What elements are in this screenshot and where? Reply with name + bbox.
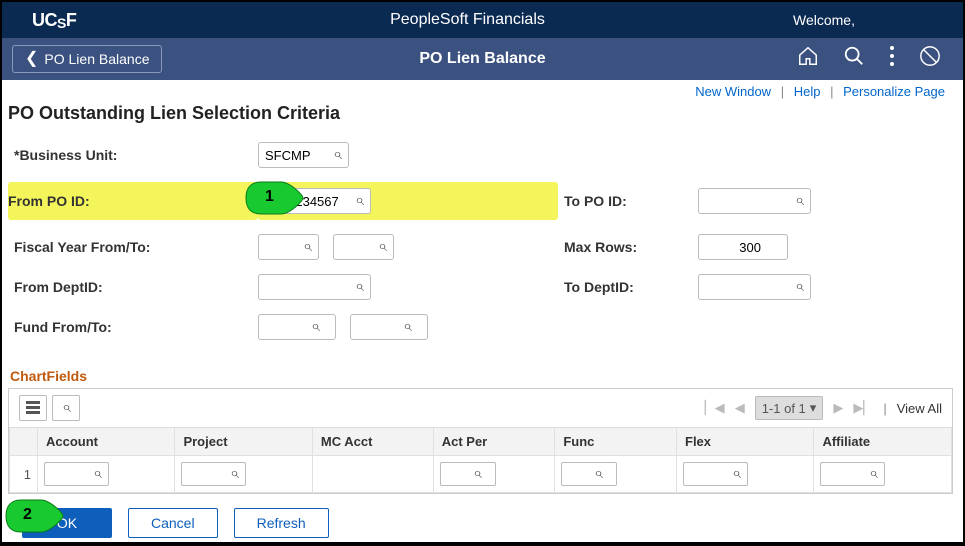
to-po-input-wrap [698, 188, 811, 214]
lookup-icon[interactable] [303, 238, 312, 256]
business-unit-input[interactable] [265, 148, 333, 163]
chartfields-title: ChartFields [10, 368, 953, 384]
view-all-link[interactable]: View All [897, 401, 942, 416]
to-dept-input-wrap [698, 274, 811, 300]
act-per-input[interactable] [447, 467, 467, 481]
help-link[interactable]: Help [790, 84, 825, 99]
app-title: PeopleSoft Financials [142, 11, 793, 29]
fund-label: Fund From/To: [8, 319, 258, 335]
search-icon[interactable] [843, 45, 865, 73]
to-dept-input[interactable] [705, 280, 795, 295]
func-input[interactable] [568, 467, 588, 481]
last-page-icon[interactable]: ▶▏ [853, 400, 873, 416]
affiliate-input[interactable] [827, 467, 863, 481]
lookup-icon[interactable] [795, 278, 804, 296]
welcome-text: Welcome, [793, 12, 963, 28]
lookup-icon[interactable] [333, 146, 342, 164]
lookup-icon[interactable] [869, 465, 878, 483]
first-page-icon[interactable]: ▏◀ [705, 400, 725, 416]
chartfields-grid: ▏◀ ◀ 1-1 of 1 ▾ ▶ ▶▏ | View All Acco [8, 388, 953, 494]
to-dept-label: To DeptID: [558, 279, 698, 295]
fund-from-input[interactable] [265, 320, 311, 335]
row-number: 1 [10, 456, 38, 493]
lookup-icon[interactable] [311, 318, 320, 336]
col-mc-acct: MC Acct [312, 428, 433, 456]
max-rows-input-wrap [698, 234, 788, 260]
personalize-link[interactable]: Personalize Page [839, 84, 949, 99]
lookup-icon[interactable] [230, 465, 239, 483]
col-affiliate: Affiliate [814, 428, 952, 456]
grid-settings-button[interactable] [19, 395, 47, 421]
fiscal-to-input[interactable] [340, 240, 378, 255]
fund-to-input[interactable] [357, 320, 403, 335]
new-window-link[interactable]: New Window [691, 84, 775, 99]
from-dept-input-wrap [258, 274, 371, 300]
col-account: Account [38, 428, 175, 456]
compass-icon[interactable] [919, 45, 941, 73]
table-row: 1 [10, 456, 952, 493]
lookup-icon[interactable] [403, 318, 412, 336]
next-page-icon[interactable]: ▶ [833, 400, 843, 416]
fund-from-input-wrap [258, 314, 336, 340]
menu-icon[interactable] [889, 45, 895, 73]
back-button[interactable]: ❮ PO Lien Balance [12, 45, 162, 73]
from-dept-input[interactable] [265, 280, 355, 295]
fiscal-to-input-wrap [333, 234, 394, 260]
lookup-icon[interactable] [355, 192, 364, 210]
fiscal-from-input[interactable] [265, 240, 303, 255]
page-links: New Window | Help | Personalize Page [2, 80, 963, 101]
prev-page-icon[interactable]: ◀ [735, 400, 745, 416]
nav-bar: ❮ PO Lien Balance PO Lien Balance [2, 38, 963, 80]
project-input[interactable] [188, 467, 224, 481]
cancel-button[interactable]: Cancel [128, 508, 218, 538]
to-po-input[interactable] [705, 194, 795, 209]
top-banner: UCSF PeopleSoft Financials Welcome, [2, 2, 963, 38]
lookup-icon[interactable] [795, 192, 804, 210]
col-rownum [10, 428, 38, 456]
to-po-label: To PO ID: [558, 193, 698, 209]
page-range-select[interactable]: 1-1 of 1 ▾ [755, 396, 824, 420]
fund-to-input-wrap [350, 314, 428, 340]
fiscal-from-input-wrap [258, 234, 319, 260]
from-po-label: From PO ID: [8, 182, 258, 220]
col-project: Project [175, 428, 312, 456]
refresh-button[interactable]: Refresh [234, 508, 329, 538]
lookup-icon[interactable] [594, 465, 603, 483]
grid-pager: ▏◀ ◀ 1-1 of 1 ▾ ▶ ▶▏ | View All [705, 396, 942, 420]
annotation-marker-2: 2 [5, 499, 65, 538]
business-unit-input-wrap [258, 142, 349, 168]
chevron-left-icon: ❮ [25, 51, 38, 67]
col-flex: Flex [677, 428, 814, 456]
lookup-icon[interactable] [355, 278, 364, 296]
from-dept-label: From DeptID: [8, 279, 258, 295]
lookup-icon[interactable] [473, 465, 482, 483]
page-heading: PO Outstanding Lien Selection Criteria [8, 103, 953, 124]
chevron-down-icon: ▾ [810, 400, 817, 416]
logo: UCSF [2, 10, 142, 31]
mc-acct-cell [312, 456, 433, 493]
grid-find-button[interactable] [52, 395, 80, 421]
lookup-icon[interactable] [93, 465, 102, 483]
account-input[interactable] [51, 467, 87, 481]
annotation-marker-1: 1 [245, 181, 305, 220]
max-rows-input[interactable] [705, 240, 765, 255]
col-act-per: Act Per [433, 428, 555, 456]
fiscal-year-label: Fiscal Year From/To: [8, 239, 258, 255]
nav-icon-group [797, 45, 963, 73]
grid-toolbar: ▏◀ ◀ 1-1 of 1 ▾ ▶ ▶▏ | View All [9, 389, 952, 428]
home-icon[interactable] [797, 45, 819, 73]
back-label: PO Lien Balance [44, 51, 149, 67]
col-func: Func [555, 428, 677, 456]
business-unit-label: *Business Unit: [8, 147, 258, 163]
lookup-icon[interactable] [378, 238, 387, 256]
lookup-icon[interactable] [732, 465, 741, 483]
flex-input[interactable] [690, 467, 726, 481]
max-rows-label: Max Rows: [558, 239, 698, 255]
